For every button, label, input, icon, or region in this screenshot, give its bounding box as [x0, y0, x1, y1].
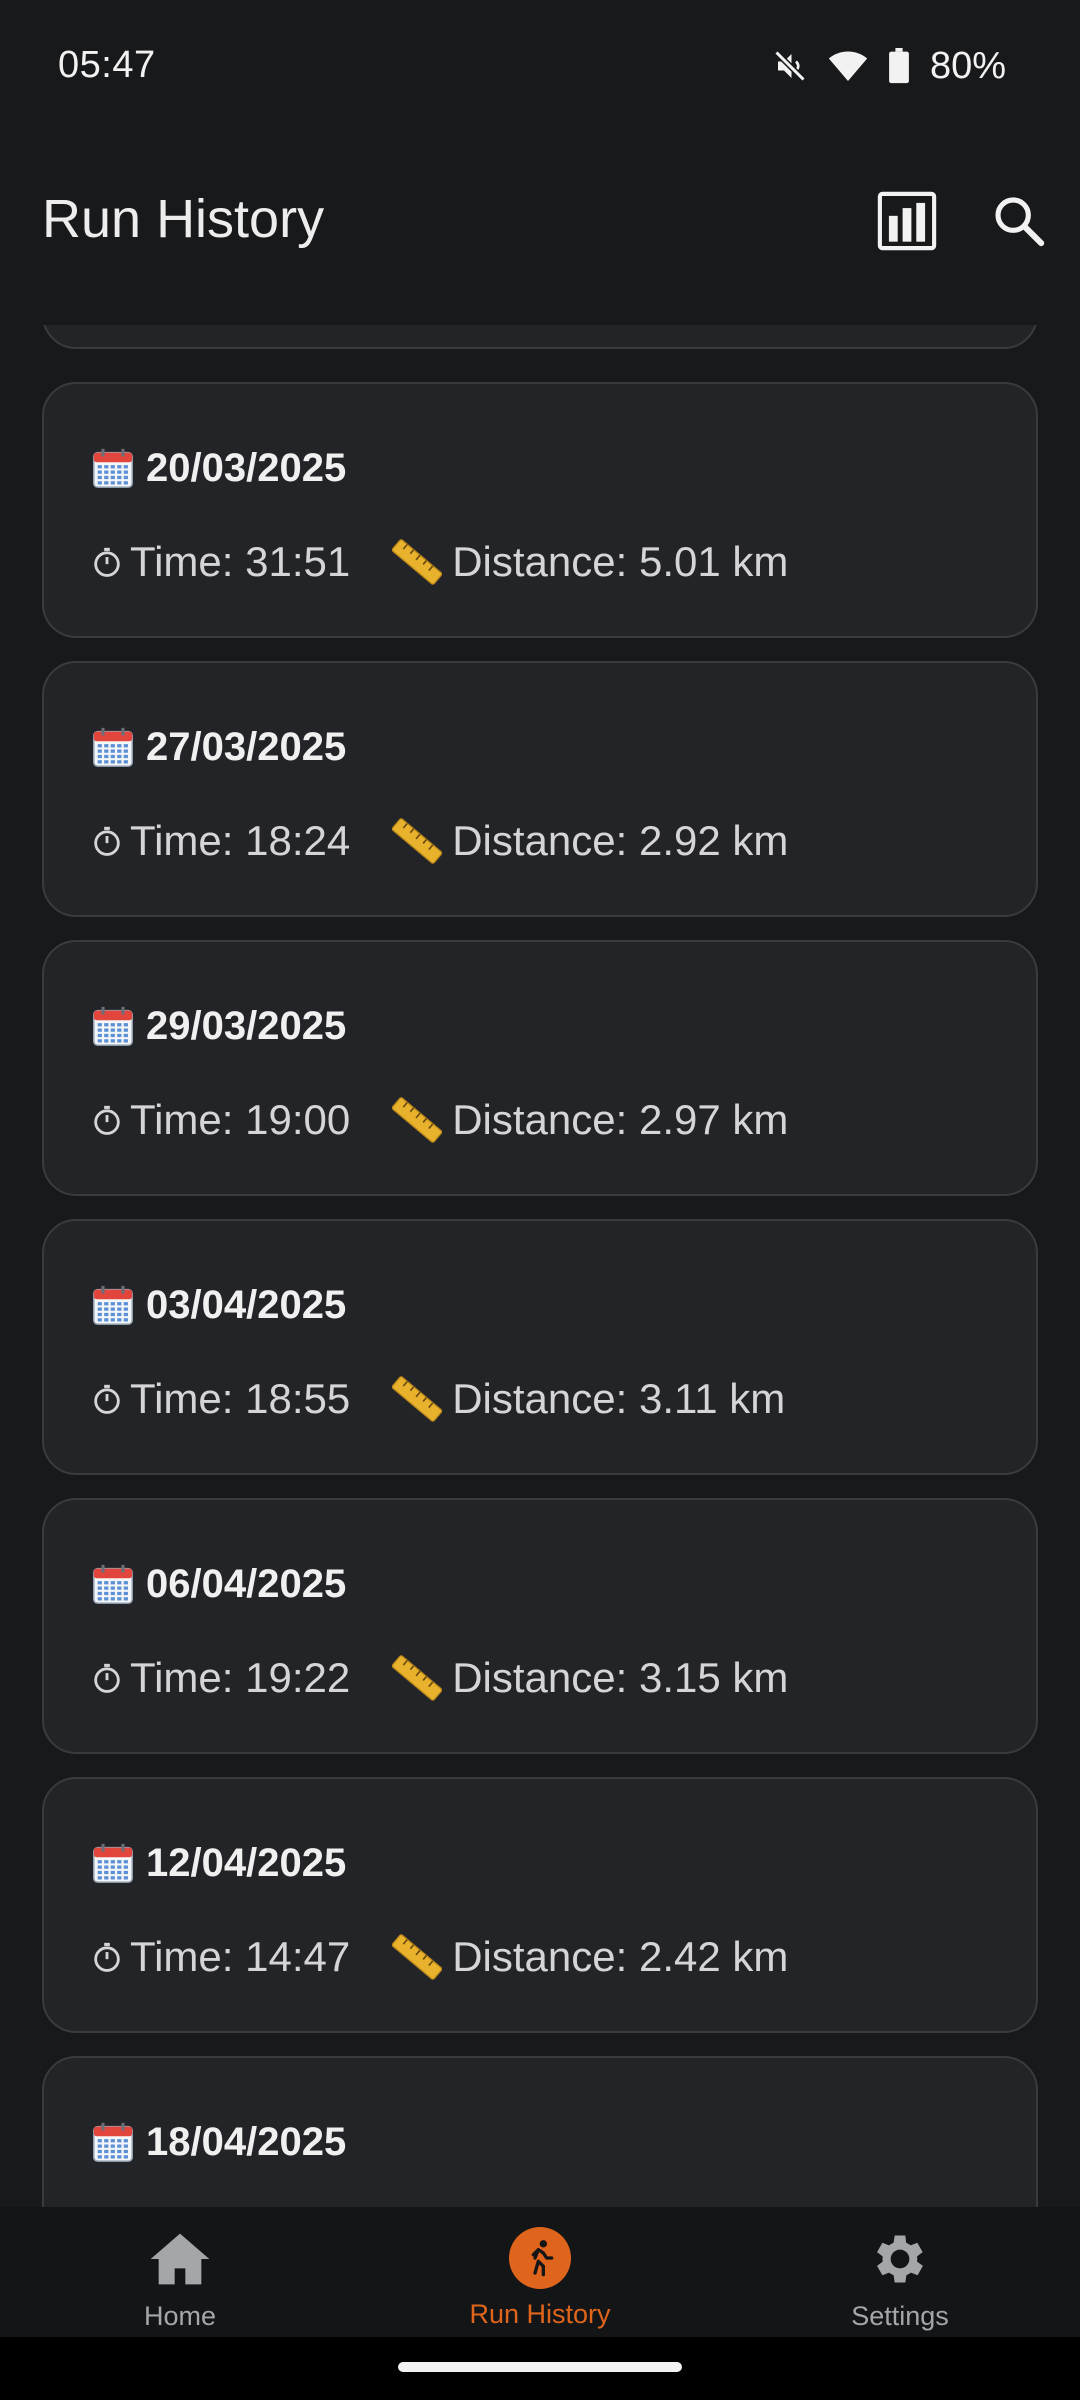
run-stats-row: Time: 18:55 Distance: 3.11 km	[90, 1369, 785, 1429]
run-card[interactable]: 12/04/2025 Time: 14:47 Distance: 2.42 km	[42, 1777, 1038, 2033]
run-distance: Distance: 2.97 km	[452, 1096, 789, 1143]
run-list[interactable]: 20/03/2025 Time: 31:51 Distance: 5.01 km 27…	[0, 325, 1080, 2207]
run-distance: Distance: 3.15 km	[452, 1654, 789, 1701]
run-date-row: 03/04/2025	[90, 1275, 346, 1335]
bottom-nav: Home Run History Settings	[0, 2207, 1080, 2337]
run-time: Time: 19:00	[130, 1096, 351, 1143]
stats-icon	[877, 191, 937, 251]
battery-percent: 80%	[929, 44, 1006, 87]
run-time: Time: 19:22	[130, 1654, 351, 1701]
run-date-row: 06/04/2025	[90, 1554, 346, 1614]
status-bar: 05:47 80%	[0, 0, 1080, 130]
run-icon	[531, 2240, 554, 2277]
calendar-icon	[93, 1564, 133, 1604]
calendar-icon	[93, 727, 133, 767]
run-card[interactable]: 03/04/2025 Time: 18:55 Distance: 3.11 km	[42, 1219, 1038, 1475]
ruler-icon	[392, 1376, 443, 1422]
run-card[interactable]: 29/03/2025 Time: 19:00 Distance: 2.97 km	[42, 940, 1038, 1196]
run-card[interactable]: 18/04/2025	[42, 2056, 1038, 2207]
run-date: 03/04/2025	[146, 1282, 347, 1327]
run-time: Time: 14:47	[130, 1933, 351, 1980]
nav-settings[interactable]: Settings	[720, 2207, 1080, 2337]
stopwatch-icon	[94, 1942, 120, 1972]
run-time: Time: 18:55	[130, 1375, 351, 1422]
run-stats-row: Time: 19:00 Distance: 2.97 km	[90, 1090, 788, 1150]
status-icons: 80%	[772, 44, 1006, 88]
run-card-partial[interactable]	[42, 325, 1038, 349]
ruler-icon	[392, 539, 443, 585]
run-date-row: 20/03/2025	[90, 438, 346, 498]
wifi-icon	[828, 51, 868, 81]
run-distance: Distance: 3.11 km	[452, 1375, 786, 1422]
search-button[interactable]	[974, 176, 1064, 266]
run-distance: Distance: 2.42 km	[452, 1933, 789, 1980]
run-date: 12/04/2025	[146, 1840, 347, 1885]
gear-icon	[877, 2235, 923, 2283]
run-date-row: 12/04/2025	[90, 1833, 346, 1893]
run-distance: Distance: 2.92 km	[452, 817, 789, 864]
status-time: 05:47	[58, 44, 156, 86]
calendar-icon	[93, 1285, 133, 1325]
nav-home-label: Home	[143, 2301, 217, 2331]
ruler-icon	[392, 1934, 443, 1980]
run-date: 20/03/2025	[146, 445, 347, 490]
run-date: 18/04/2025	[146, 2119, 347, 2164]
battery-icon	[889, 48, 909, 84]
run-card[interactable]: 20/03/2025 Time: 31:51 Distance: 5.01 km	[42, 382, 1038, 638]
search-icon	[995, 197, 1045, 247]
app-bar: Run History	[0, 130, 1080, 325]
nav-settings-label: Settings	[851, 2301, 949, 2331]
calendar-icon	[93, 1843, 133, 1883]
stats-button[interactable]	[862, 176, 952, 266]
nav-run-history-label: Run History	[469, 2299, 611, 2329]
run-date: 06/04/2025	[146, 1561, 347, 1606]
calendar-icon	[93, 1006, 133, 1046]
stopwatch-icon	[94, 547, 120, 577]
home-icon	[150, 2233, 210, 2285]
mute-icon	[774, 50, 806, 82]
run-date-row: 18/04/2025	[90, 2112, 346, 2172]
run-card[interactable]: 06/04/2025 Time: 19:22 Distance: 3.15 km	[42, 1498, 1038, 1754]
run-stats-row: Time: 19:22 Distance: 3.15 km	[90, 1648, 788, 1708]
ruler-icon	[392, 1655, 443, 1701]
stopwatch-icon	[94, 1663, 120, 1693]
gesture-area	[0, 2337, 1080, 2400]
stopwatch-icon	[94, 826, 120, 856]
run-date: 27/03/2025	[146, 724, 347, 769]
nav-run-history[interactable]: Run History	[360, 2207, 720, 2337]
run-time: Time: 31:51	[130, 538, 351, 585]
run-stats-row: Time: 31:51 Distance: 5.01 km	[90, 532, 788, 592]
run-date: 29/03/2025	[146, 1003, 347, 1048]
page-title: Run History	[42, 189, 325, 249]
run-time: Time: 18:24	[130, 817, 351, 864]
ruler-icon	[392, 818, 443, 864]
calendar-icon	[93, 2122, 133, 2162]
run-date-row: 29/03/2025	[90, 996, 346, 1056]
ruler-icon	[392, 1097, 443, 1143]
run-stats-row: Time: 14:47 Distance: 2.42 km	[90, 1927, 788, 1987]
run-card[interactable]: 27/03/2025 Time: 18:24 Distance: 2.92 km	[42, 661, 1038, 917]
nav-home[interactable]: Home	[0, 2207, 360, 2337]
stopwatch-icon	[94, 1384, 120, 1414]
run-stats-row: Time: 18:24 Distance: 2.92 km	[90, 811, 788, 871]
run-date-row: 27/03/2025	[90, 717, 346, 777]
run-distance: Distance: 5.01 km	[452, 538, 789, 585]
calendar-icon	[93, 448, 133, 488]
gesture-handle[interactable]	[398, 2362, 682, 2372]
nav-active-indicator	[509, 2227, 571, 2289]
stopwatch-icon	[94, 1105, 120, 1135]
